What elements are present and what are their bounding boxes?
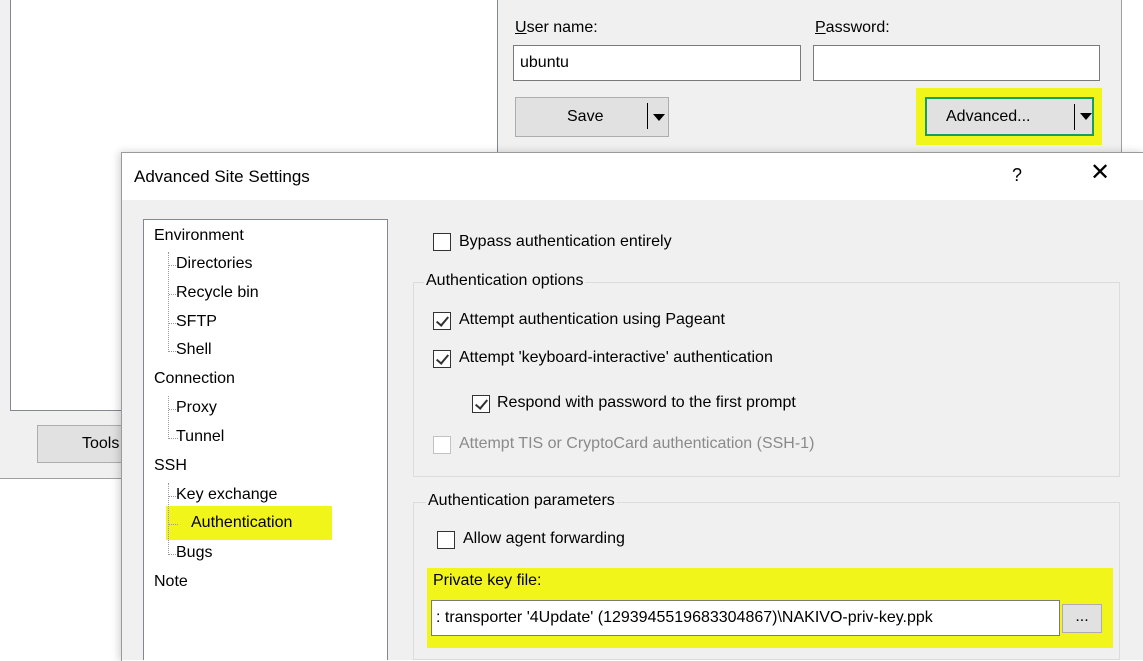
tree-item-shell[interactable]: Shell (176, 341, 212, 359)
keyboard-interactive-checkbox[interactable] (433, 350, 451, 368)
pageant-label: Attempt authentication using Pageant (459, 311, 725, 328)
help-button[interactable]: ? (1012, 165, 1022, 186)
auth-options-title: Authentication options (424, 272, 586, 290)
advanced-button-label: Advanced... (946, 108, 1031, 125)
private-key-input[interactable]: : transporter '4Update' (129394551968330… (431, 600, 1060, 636)
tree-item-environment[interactable]: Environment (154, 227, 244, 245)
password-input[interactable] (813, 45, 1100, 81)
tree-item-proxy[interactable]: Proxy (176, 399, 217, 417)
respond-password-label: Respond with password to the first promp… (497, 394, 796, 411)
tools-button-label: Tools (82, 435, 120, 452)
advanced-split-separator (1074, 104, 1075, 130)
save-split-separator (647, 103, 648, 129)
tree-item-recycle-bin[interactable]: Recycle bin (176, 284, 259, 302)
tree-item-bugs[interactable]: Bugs (176, 544, 212, 562)
respond-password-checkbox[interactable] (472, 395, 490, 413)
private-key-label: Private key file: (433, 572, 542, 589)
pageant-checkbox[interactable] (433, 312, 451, 330)
auth-params-title: Authentication parameters (426, 492, 617, 510)
advanced-button[interactable]: Advanced... (925, 97, 1094, 136)
save-button-label: Save (567, 108, 604, 125)
tree-item-key-exchange[interactable]: Key exchange (176, 486, 277, 504)
tree-connector (168, 252, 169, 352)
keyboard-interactive-label: Attempt 'keyboard-interactive' authentic… (459, 349, 773, 366)
bypass-auth-label: Bypass authentication entirely (459, 233, 672, 250)
user-name-label: User name: (515, 19, 598, 36)
chevron-down-icon[interactable] (653, 114, 665, 121)
agent-forwarding-label: Allow agent forwarding (463, 530, 625, 547)
user-name-input[interactable]: ubuntu (513, 45, 801, 81)
password-label: Password: (815, 19, 890, 36)
tis-cryptocard-checkbox[interactable] (433, 436, 451, 454)
agent-forwarding-checkbox[interactable] (437, 531, 455, 549)
tree-branch (169, 524, 178, 525)
tree-item-directories[interactable]: Directories (176, 255, 252, 273)
chevron-down-icon[interactable] (1080, 113, 1092, 120)
tree-item-tunnel[interactable]: Tunnel (176, 428, 224, 446)
tree-item-sftp[interactable]: SFTP (176, 313, 217, 331)
tree-item-connection[interactable]: Connection (154, 370, 235, 388)
tree-item-note[interactable]: Note (154, 573, 188, 591)
save-button[interactable]: Save (515, 97, 669, 137)
tree-item-authentication[interactable]: Authentication (191, 514, 292, 532)
tree-connector (168, 483, 169, 555)
browse-button[interactable]: ... (1062, 604, 1102, 633)
tis-cryptocard-label: Attempt TIS or CryptoCard authentication… (459, 435, 815, 452)
close-icon[interactable]: ✕ (1090, 160, 1110, 186)
tree-connector (168, 396, 169, 439)
tree-item-ssh[interactable]: SSH (154, 457, 187, 475)
bypass-auth-checkbox[interactable] (433, 233, 451, 251)
dialog-title: Advanced Site Settings (134, 167, 310, 186)
